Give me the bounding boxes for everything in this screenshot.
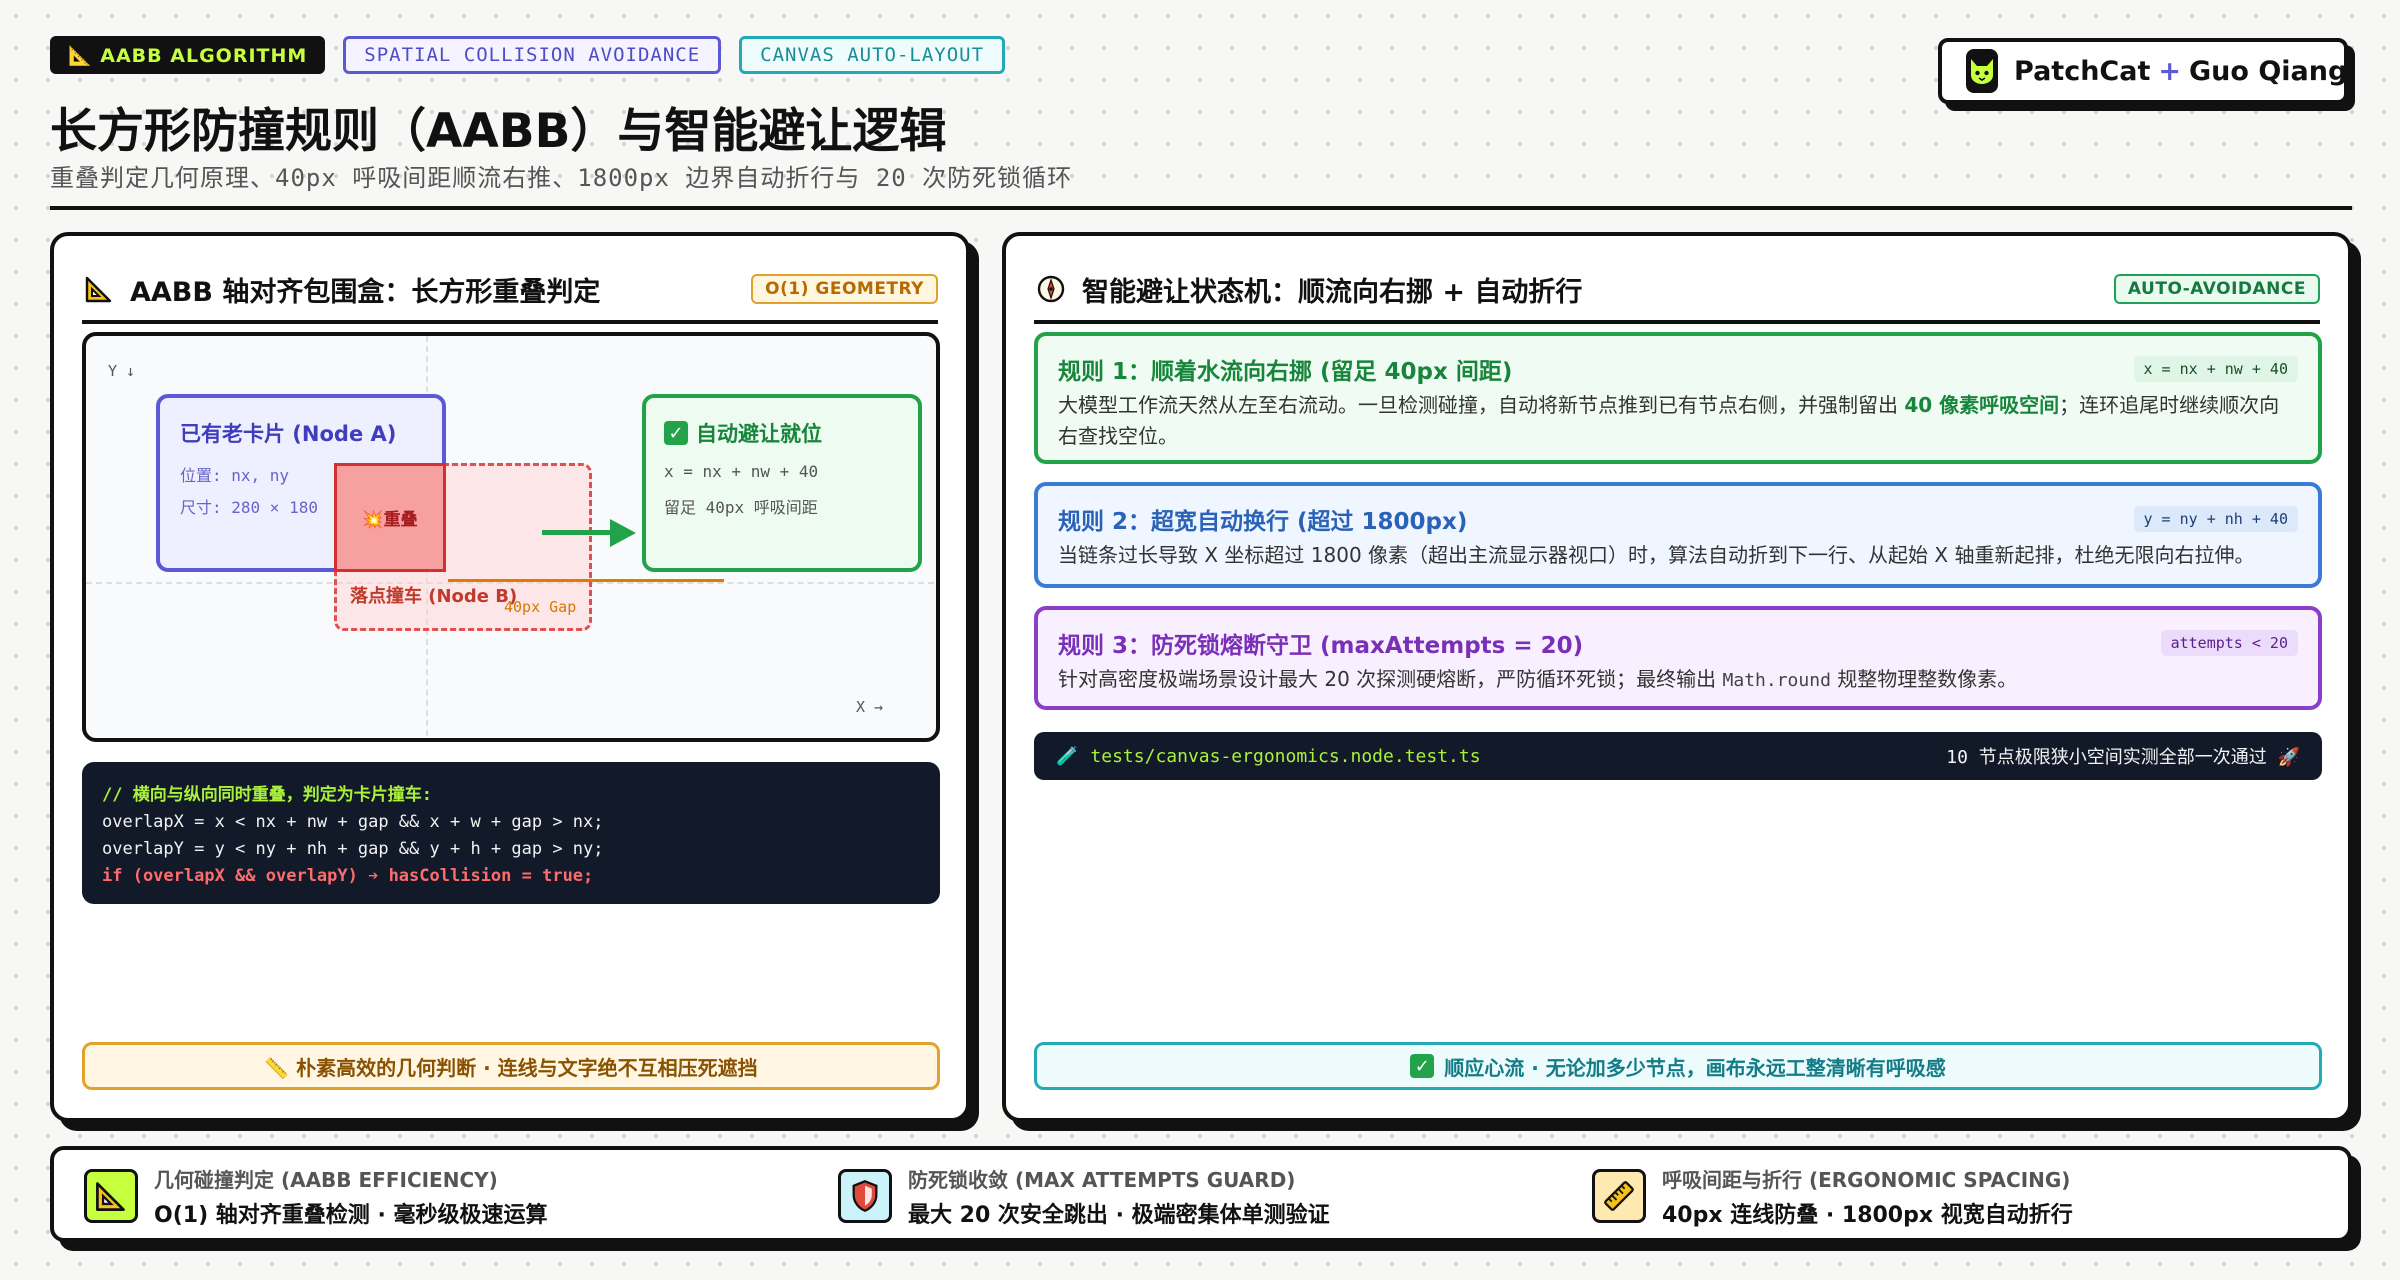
node-c-formula: x = nx + nw + 40	[664, 462, 819, 481]
node-c-note: 留足 40px 呼吸间距	[664, 498, 818, 517]
overlap-label: 💥重叠	[362, 510, 418, 530]
rule-3-desc-pre: 针对高密度极端场景设计最大 20 次探测硬熔断，严防循环死锁；最终输出	[1058, 667, 1717, 691]
aabb-panel: AABB 轴对齐包围盒：长方形重叠判定 O(1) GEOMETRY Y ↓ X …	[50, 232, 970, 1122]
stat-spacing-value: 40px 连线防叠 · 1800px 视宽自动折行	[1662, 1202, 2073, 1228]
collision-code-block: // 横向与纵向同时重叠，判定为卡片撞车: overlapX = x < nx …	[82, 762, 940, 904]
brand-badge: PatchCat + Guo Qiang	[1938, 38, 2348, 104]
node-a-title: 已有老卡片 (Node A)	[180, 422, 397, 446]
rule-3-desc-code: Math.round	[1722, 670, 1831, 691]
code-comment: // 横向与纵向同时重叠，判定为卡片撞车:	[102, 785, 432, 805]
stat-aabb-efficiency: 几何碰撞判定 (AABB EFFICIENCY) O(1) 轴对齐重叠检测 · …	[84, 1168, 547, 1228]
axis-y-label: Y ↓	[108, 362, 136, 380]
aabb-footer-text: 📏 朴素高效的几何判断 · 连线与文字绝不互相压死遮挡	[264, 1055, 758, 1080]
rule-card-auto-wrap: 规则 2：超宽自动换行 (超过 1800px) y = ny + nh + 40…	[1034, 482, 2322, 588]
aabb-panel-title: AABB 轴对齐包围盒：长方形重叠判定	[130, 276, 601, 308]
auto-avoidance-badge: AUTO-AVOIDANCE	[2113, 274, 2320, 304]
shield-icon	[838, 1169, 892, 1223]
code-line-collision: if (overlapX && overlapY) ➔ hasCollision…	[102, 866, 594, 886]
stat-guard-value: 最大 20 次安全跳出 · 极端密集体单测验证	[908, 1202, 1330, 1228]
triangle-ruler-icon	[82, 272, 116, 306]
tag-canvas-auto-layout: CANVAS AUTO-LAYOUT	[739, 36, 1006, 74]
rule-2-formula: y = ny + nh + 40	[2133, 506, 2298, 532]
node-c-card: ✓ 自动避让就位 x = nx + nw + 40 留足 40px 呼吸间距	[642, 394, 922, 572]
compass-icon	[1034, 272, 1068, 306]
rule-1-desc-highlight: 40 像素呼吸空间	[1904, 393, 2060, 417]
stat-max-attempts: 防死锁收敛 (MAX ATTEMPTS GUARD) 最大 20 次安全跳出 ·…	[838, 1168, 1330, 1228]
rule-3-formula: attempts < 20	[2160, 630, 2298, 656]
gap-label: 40px Gap	[504, 598, 577, 616]
overlap-region: 💥重叠	[334, 463, 446, 572]
avoid-arrow-head-icon	[610, 519, 636, 547]
stat-ergonomic-spacing: 呼吸间距与折行 (ERGONOMIC SPACING) 40px 连线防叠 · …	[1592, 1168, 2073, 1228]
avoidance-footer-text: 顺应心流 · 无论加多少节点，画布永远工整清晰有呼吸感	[1444, 1055, 1946, 1080]
geometry-badge: O(1) GEOMETRY	[751, 274, 938, 304]
stats-bar: 几何碰撞判定 (AABB EFFICIENCY) O(1) 轴对齐重叠检测 · …	[50, 1146, 2352, 1242]
node-a-size: 尺寸: 280 × 180	[180, 498, 318, 517]
stat-guard-title: 防死锁收敛 (MAX ATTEMPTS GUARD)	[908, 1167, 1296, 1192]
rule-3-title: 规则 3：防死锁熔断守卫 (maxAttempts = 20)	[1058, 633, 1584, 659]
avoidance-panel-title: 智能避让状态机：顺流向右挪 + 自动折行	[1082, 276, 1583, 308]
brand-plus: +	[2158, 55, 2181, 87]
rule-2-description: 当链条过长导致 X 坐标超过 1800 像素（超出主流显示器视口）时，算法自动折…	[1058, 543, 2255, 567]
stat-aabb-title: 几何碰撞判定 (AABB EFFICIENCY)	[154, 1167, 498, 1192]
tag-spatial-collision: SPATIAL COLLISION AVOIDANCE	[343, 36, 722, 74]
rule-3-desc-post: 规整物理整数像素。	[1837, 667, 2018, 691]
rule-card-shift-right: 规则 1：顺着水流向右挪 (留足 40px 间距) x = nx + nw + …	[1034, 332, 2322, 464]
ruler-icon	[1592, 1169, 1646, 1223]
code-line-overlap-y: overlapY = y < ny + nh + gap && y + h + …	[102, 839, 604, 859]
aabb-panel-header: AABB 轴对齐包围盒：长方形重叠判定 O(1) GEOMETRY	[82, 258, 938, 324]
triangle-ruler-icon	[84, 1169, 138, 1223]
aabb-diagram: Y ↓ X → 已有老卡片 (Node A) 位置: nx, ny 尺寸: 28…	[82, 332, 940, 742]
test-file-path: tests/canvas-ergonomics.node.test.ts	[1090, 745, 1481, 767]
node-a-position: 位置: nx, ny	[180, 466, 290, 485]
rule-2-title: 规则 2：超宽自动换行 (超过 1800px)	[1058, 509, 1468, 535]
brand-name-a: PatchCat	[2014, 55, 2151, 87]
stat-aabb-text: 几何碰撞判定 (AABB EFFICIENCY) O(1) 轴对齐重叠检测 · …	[154, 1164, 547, 1229]
tag-aabb-algorithm: 📐 AABB ALGORITHM	[50, 36, 326, 74]
aabb-footer-banner: 📏 朴素高效的几何判断 · 连线与文字绝不互相压死遮挡	[82, 1042, 940, 1090]
test-terminal-bar: 🧪 tests/canvas-ergonomics.node.test.ts 1…	[1034, 732, 2322, 780]
rule-3-description: 针对高密度极端场景设计最大 20 次探测硬熔断，严防循环死锁；最终输出 Math…	[1058, 664, 2298, 696]
stat-spacing-text: 呼吸间距与折行 (ERGONOMIC SPACING) 40px 连线防叠 · …	[1662, 1164, 2073, 1229]
rule-1-formula: x = nx + nw + 40	[2133, 356, 2298, 382]
rule-card-deadlock-guard: 规则 3：防死锁熔断守卫 (maxAttempts = 20) attempts…	[1034, 606, 2322, 710]
header-tags: 📐 AABB ALGORITHM SPATIAL COLLISION AVOID…	[50, 36, 1006, 74]
header-divider	[50, 206, 2352, 210]
test-tube-icon: 🧪	[1056, 745, 1079, 767]
avoidance-panel-header: 智能避让状态机：顺流向右挪 + 自动折行 AUTO-AVOIDANCE	[1034, 258, 2320, 324]
page-subtitle: 重叠判定几何原理、40px 呼吸间距顺流右推、1800px 边界自动折行与 20…	[50, 164, 1073, 192]
test-result-note: 10 节点极限狭小空间实测全部一次通过 🚀	[1946, 747, 2300, 768]
brand-name-b: Guo Qiang	[2188, 55, 2348, 87]
stat-guard-text: 防死锁收敛 (MAX ATTEMPTS GUARD) 最大 20 次安全跳出 ·…	[908, 1164, 1330, 1229]
node-c-title: 自动避让就位	[696, 422, 822, 446]
cat-logo-icon	[1966, 49, 1998, 93]
checkmark-icon: ✓	[1410, 1054, 1435, 1078]
page-title: 长方形防撞规则（AABB）与智能避让逻辑	[50, 104, 947, 159]
brand-name: PatchCat + Guo Qiang	[2014, 56, 2347, 87]
code-line-overlap-x: overlapX = x < nx + nw + gap && x + w + …	[102, 812, 604, 832]
avoidance-panel: 智能避让状态机：顺流向右挪 + 自动折行 AUTO-AVOIDANCE 规则 1…	[1002, 232, 2352, 1122]
stat-spacing-title: 呼吸间距与折行 (ERGONOMIC SPACING)	[1662, 1167, 2071, 1192]
node-b-label: 落点撞车 (Node B)	[350, 586, 518, 607]
avoidance-footer-banner: ✓ 顺应心流 · 无论加多少节点，画布永远工整清晰有呼吸感	[1034, 1042, 2322, 1090]
node-c-title-row: ✓ 自动避让就位	[664, 418, 822, 448]
checkmark-icon: ✓	[664, 421, 688, 445]
axis-x-label: X →	[856, 698, 884, 716]
rule-1-desc-pre: 大模型工作流天然从左至右流动。一旦检测碰撞，自动将新节点推到已有节点右侧，并强制…	[1058, 393, 1898, 417]
stat-aabb-value: O(1) 轴对齐重叠检测 · 毫秒级极速运算	[154, 1202, 548, 1228]
rule-1-description: 大模型工作流天然从左至右流动。一旦检测碰撞，自动将新节点推到已有节点右侧，并强制…	[1058, 390, 2298, 452]
avoid-arrow-shaft	[542, 530, 612, 535]
rule-1-title: 规则 1：顺着水流向右挪 (留足 40px 间距)	[1058, 359, 1513, 385]
